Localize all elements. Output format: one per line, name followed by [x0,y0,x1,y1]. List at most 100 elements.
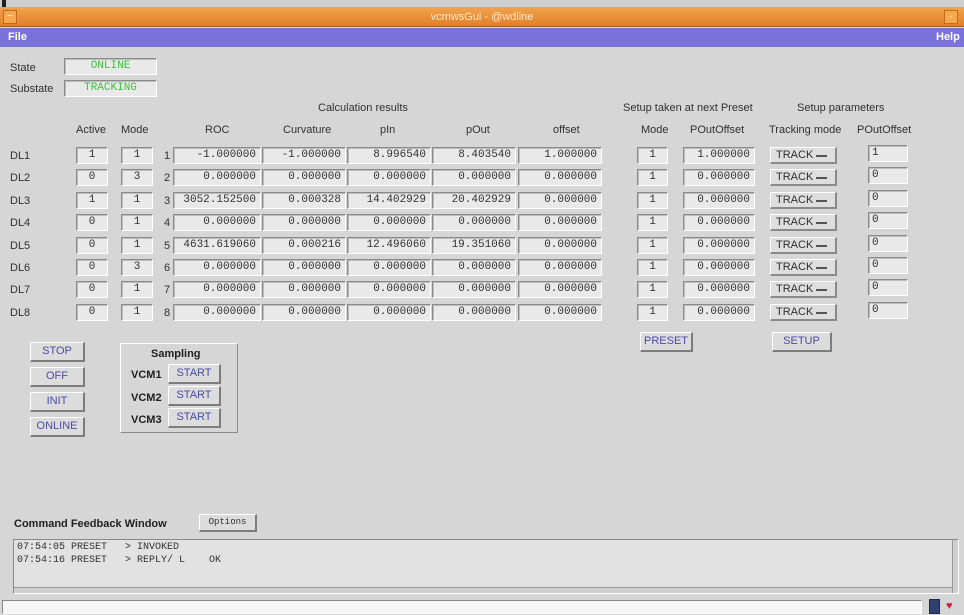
option-menu-indicator-icon [816,289,827,291]
corner-mark [2,0,6,7]
curvature-field: 0.000000 [262,214,346,231]
row-index: 8 [164,307,171,319]
next-poutoffset-field[interactable]: 0.000000 [683,214,755,231]
mode-field: 1 [121,192,153,209]
option-menu-indicator-icon [816,312,827,314]
tracking-mode-select[interactable]: TRACK [770,169,837,186]
next-mode-field[interactable]: 1 [637,237,668,254]
row-name: DL2 [10,172,31,184]
vcm1-label: VCM1 [131,369,162,381]
offset-field: 0.000000 [518,214,602,231]
next-poutoffset-field[interactable]: 0.000000 [683,304,755,321]
roc-field: 0.000000 [173,281,261,298]
next-poutoffset-field[interactable]: 0.000000 [683,237,755,254]
feedback-log[interactable]: 07:54:05 PRESET > INVOKED 07:54:16 PRESE… [13,539,959,594]
menu-bar: File Help [0,28,964,47]
calc-results-header: Calculation results [318,102,408,114]
keyboard-icon[interactable] [929,599,940,614]
poutoffset-input[interactable]: 0 [868,167,908,184]
heart-icon: ♥ [946,600,953,612]
pout-field: 0.000000 [432,281,516,298]
vcm3-start-button[interactable]: START [168,408,221,428]
maximize-icon[interactable]: · [944,10,958,24]
mode-field: 1 [121,147,153,164]
col-mode: Mode [121,124,149,136]
tracking-mode-value: TRACK [776,239,814,251]
next-mode-field[interactable]: 1 [637,214,668,231]
roc-field: 0.000000 [173,304,261,321]
next-mode-field[interactable]: 1 [637,169,668,186]
next-mode-field[interactable]: 1 [637,281,668,298]
off-button[interactable]: OFF [30,367,85,387]
poutoffset-input[interactable]: 0 [868,235,908,252]
next-poutoffset-field[interactable]: 0.000000 [683,169,755,186]
command-input[interactable] [2,600,922,614]
tracking-mode-select[interactable]: TRACK [770,259,837,276]
menu-help[interactable]: Help [936,31,960,43]
tracking-mode-select[interactable]: TRACK [770,304,837,321]
substate-label: Substate [10,83,54,95]
row-index: 6 [164,262,171,274]
menu-file[interactable]: File [8,31,27,43]
tracking-mode-select[interactable]: TRACK [770,147,837,164]
next-poutoffset-field[interactable]: 1.000000 [683,147,755,164]
init-button[interactable]: INIT [30,392,85,412]
tracking-mode-select[interactable]: TRACK [770,237,837,254]
mode-field: 1 [121,281,153,298]
next-mode-field[interactable]: 1 [637,304,668,321]
poutoffset-input[interactable]: 0 [868,212,908,229]
vertical-scrollbar[interactable] [952,540,958,593]
option-menu-indicator-icon [816,155,827,157]
title-bar[interactable]: − vcmwsGui - @wdline · [0,8,964,27]
stop-button[interactable]: STOP [30,342,85,362]
vcm1-start-button[interactable]: START [168,364,221,384]
state-label: State [10,62,36,74]
poutoffset-input[interactable]: 0 [868,257,908,274]
row-index: 1 [164,150,171,162]
curvature-field: 0.000000 [262,304,346,321]
row-index: 5 [164,240,171,252]
next-mode-field[interactable]: 1 [637,192,668,209]
online-button[interactable]: ONLINE [30,417,85,437]
vcm2-label: VCM2 [131,392,162,404]
substate-value: TRACKING [64,80,157,97]
pin-field: 8.996540 [347,147,431,164]
pout-field: 0.000000 [432,214,516,231]
horizontal-scrollbar[interactable] [14,587,952,593]
col-poutoffset: POutOffset [857,124,912,136]
roc-field: 0.000000 [173,214,261,231]
poutoffset-input[interactable]: 0 [868,190,908,207]
next-mode-field[interactable]: 1 [637,259,668,276]
mode-field: 3 [121,259,153,276]
poutoffset-input[interactable]: 0 [868,279,908,296]
roc-field: 3052.152500 [173,192,261,209]
options-button[interactable]: Options [199,514,257,532]
tracking-mode-select[interactable]: TRACK [770,192,837,209]
pout-field: 20.402929 [432,192,516,209]
offset-field: 0.000000 [518,169,602,186]
offset-field: 1.000000 [518,147,602,164]
feedback-title: Command Feedback Window [14,518,167,530]
poutoffset-input[interactable]: 1 [868,145,908,162]
roc-field: 4631.619060 [173,237,261,254]
col-roc: ROC [205,124,230,136]
tracking-mode-select[interactable]: TRACK [770,281,837,298]
vcm2-start-button[interactable]: START [168,386,221,406]
poutoffset-input[interactable]: 0 [868,302,908,319]
offset-field: 0.000000 [518,259,602,276]
pout-field: 8.403540 [432,147,516,164]
roc-field: 0.000000 [173,259,261,276]
next-poutoffset-field[interactable]: 0.000000 [683,259,755,276]
pin-field: 0.000000 [347,214,431,231]
next-mode-field[interactable]: 1 [637,147,668,164]
tracking-mode-select[interactable]: TRACK [770,214,837,231]
tracking-mode-value: TRACK [776,261,814,273]
tracking-mode-value: TRACK [776,306,814,318]
setup-button[interactable]: SETUP [772,332,832,352]
pin-field: 12.496060 [347,237,431,254]
active-field: 1 [76,147,108,164]
preset-button[interactable]: PRESET [640,332,693,352]
next-poutoffset-field[interactable]: 0.000000 [683,281,755,298]
next-poutoffset-field[interactable]: 0.000000 [683,192,755,209]
option-menu-indicator-icon [816,200,827,202]
